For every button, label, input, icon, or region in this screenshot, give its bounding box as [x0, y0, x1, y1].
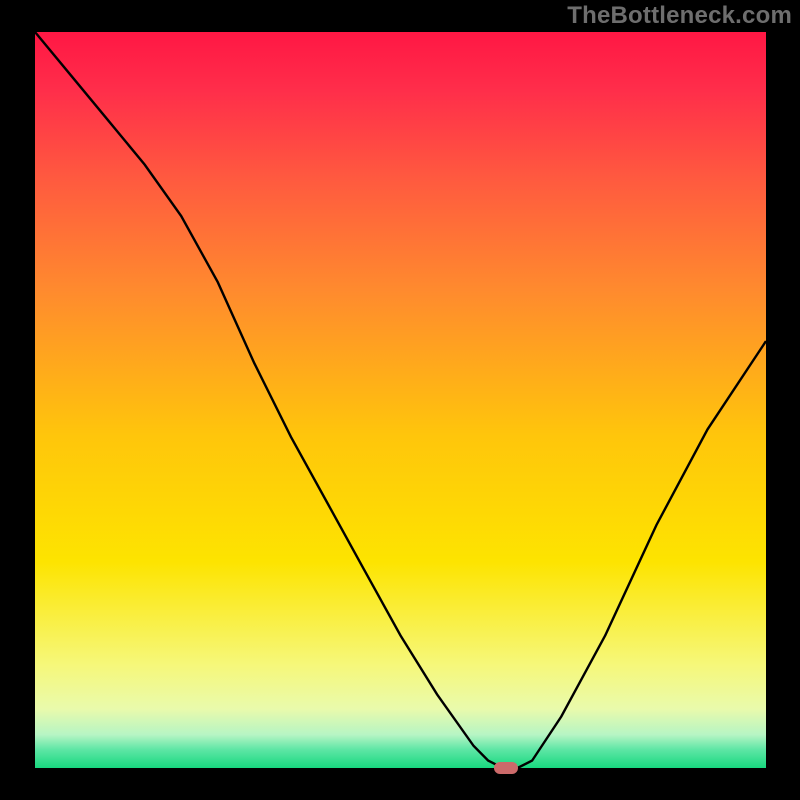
optimal-marker	[494, 762, 518, 774]
gradient-background	[35, 32, 766, 768]
watermark-text: TheBottleneck.com	[567, 2, 792, 30]
chart-svg	[0, 0, 800, 800]
chart-canvas: TheBottleneck.com	[0, 0, 800, 800]
